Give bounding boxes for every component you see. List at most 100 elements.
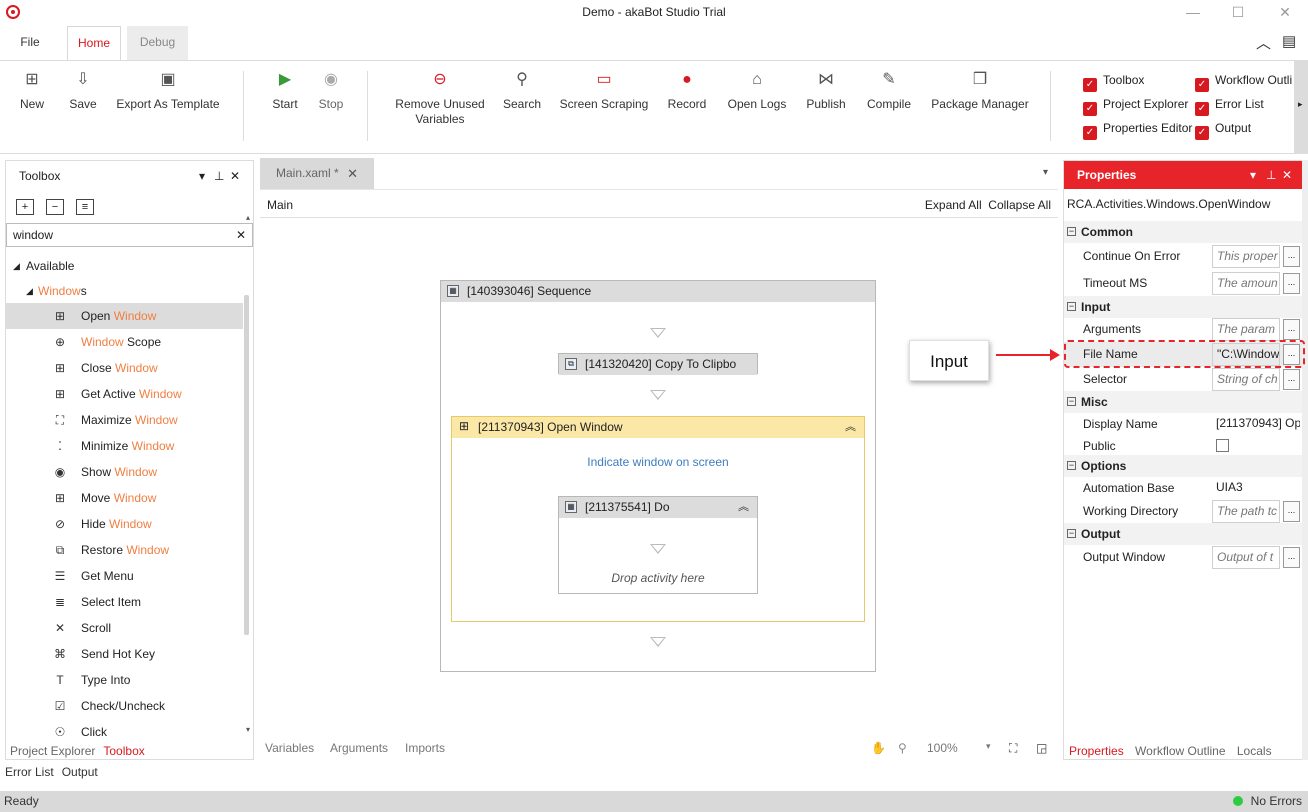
remove-unused-variables-button[interactable]: ⊖ Remove Unused Variables	[388, 67, 492, 127]
dropdown-icon[interactable]: ▾	[199, 161, 205, 191]
tab-toolbox[interactable]: Toolbox	[103, 744, 144, 758]
arguments-ellipsis-button[interactable]: ...	[1283, 319, 1300, 340]
public-checkbox[interactable]	[1216, 439, 1229, 452]
tab-file[interactable]: File	[8, 26, 52, 60]
zoom-dropdown-icon[interactable]: ▾	[986, 741, 991, 752]
timeout-ellipsis-button[interactable]: ...	[1283, 273, 1300, 294]
project-explorer-checkbox[interactable]: ✓ Project Explorer	[1083, 96, 1188, 116]
clear-search-icon[interactable]: ✕	[236, 224, 246, 246]
collapse-chevron-icon[interactable]: ︽	[738, 497, 749, 518]
toolbox-item[interactable]: ⊞ Open Window	[6, 303, 243, 329]
package-manager-button[interactable]: ❒ Package Manager	[928, 67, 1032, 112]
tab-error-list[interactable]: Error List	[5, 765, 54, 779]
stop-button[interactable]: ◉ Stop	[312, 67, 350, 112]
tree-available[interactable]: ◢ Available	[6, 253, 243, 279]
tab-properties[interactable]: Properties	[1069, 744, 1124, 758]
overview-icon[interactable]: ◲	[1036, 741, 1047, 755]
start-button[interactable]: ▶ Start	[266, 67, 304, 112]
copy-to-clipboard-activity[interactable]: ⧉ [141320420] Copy To Clipbo	[558, 353, 758, 375]
tab-project-explorer[interactable]: Project Explorer	[10, 744, 95, 758]
automation-base-field[interactable]: UIA3	[1212, 477, 1300, 500]
arguments-field[interactable]: The param	[1212, 318, 1280, 341]
tree-windows-group[interactable]: ◢ Windows	[6, 278, 243, 304]
category-common[interactable]: − Common	[1064, 221, 1302, 243]
working-directory-field[interactable]: The path tc	[1212, 500, 1280, 523]
toolbox-scrollbar[interactable]	[244, 295, 249, 635]
save-button[interactable]: ⇩ Save	[62, 67, 104, 112]
error-list-checkbox[interactable]: ✓ Error List	[1195, 96, 1264, 116]
scroll-down-icon[interactable]: ▾	[246, 725, 250, 734]
fit-screen-icon[interactable]: ⛶	[1009, 741, 1017, 756]
open-logs-button[interactable]: ⌂ Open Logs	[725, 67, 789, 112]
toolbox-item[interactable]: ⁚ Minimize Window	[6, 433, 243, 459]
pin-icon[interactable]: ⊥	[214, 161, 224, 191]
output-window-ellipsis-button[interactable]: ...	[1283, 547, 1300, 568]
toolbox-item[interactable]: ⊕ Window Scope	[6, 329, 243, 355]
toolbox-item[interactable]: T Type Into	[6, 667, 243, 693]
continue-on-error-ellipsis-button[interactable]: ...	[1283, 246, 1300, 267]
zoom-level[interactable]: 100%	[927, 741, 958, 755]
toolbox-item[interactable]: ⛶ Maximize Window	[6, 407, 243, 433]
indicate-window-link[interactable]: Indicate window on screen	[452, 455, 864, 469]
working-directory-ellipsis-button[interactable]: ...	[1283, 501, 1300, 522]
ribbon-scroll-button[interactable]: ▸	[1294, 61, 1308, 153]
tab-home[interactable]: Home	[67, 26, 121, 60]
tab-workflow-outline[interactable]: Workflow Outline	[1135, 744, 1225, 758]
tab-debug[interactable]: Debug	[127, 26, 188, 60]
tab-locals[interactable]: Locals	[1237, 744, 1272, 758]
toolbox-item[interactable]: ⧉ Restore Window	[6, 537, 243, 563]
tab-main-xaml[interactable]: Main.xaml * ✕	[260, 158, 374, 189]
toolbox-item[interactable]: ≣ Select Item	[6, 589, 243, 615]
toolbox-item[interactable]: ◉ Show Window	[6, 459, 243, 485]
pin-icon[interactable]: ⊥	[1266, 161, 1276, 189]
category-options[interactable]: − Options	[1064, 455, 1302, 477]
selector-ellipsis-button[interactable]: ...	[1283, 369, 1300, 390]
zoom-icon[interactable]: ⚲	[898, 741, 907, 755]
close-icon[interactable]: ✕	[1282, 161, 1292, 189]
toolbox-item[interactable]: ☑ Check/Uncheck	[6, 693, 243, 719]
timeout-field[interactable]: The amoun	[1212, 272, 1280, 295]
comments-icon[interactable]: ▤	[1282, 32, 1296, 50]
toolbox-checkbox[interactable]: ✓ Toolbox	[1083, 72, 1144, 92]
collapse-chevron-icon[interactable]: ︽	[845, 417, 856, 438]
category-output[interactable]: − Output	[1064, 523, 1302, 545]
record-button[interactable]: ● Record	[664, 67, 710, 112]
toolbox-item[interactable]: ⌘ Send Hot Key	[6, 641, 243, 667]
maximize-window-icon[interactable]: ☐	[1223, 2, 1253, 22]
toolbox-item[interactable]: ✕ Scroll	[6, 615, 243, 641]
continue-on-error-field[interactable]: This proper	[1212, 245, 1280, 268]
tab-arguments[interactable]: Arguments	[330, 741, 388, 755]
dropdown-icon[interactable]: ▾	[1250, 161, 1256, 189]
tab-imports[interactable]: Imports	[405, 741, 445, 755]
tab-output[interactable]: Output	[62, 765, 98, 779]
toolbox-item[interactable]: ⊘ Hide Window	[6, 511, 243, 537]
workflow-outline-checkbox[interactable]: ✓ Workflow Outli	[1195, 72, 1292, 92]
collapse-all-link[interactable]: Collapse All	[988, 198, 1051, 212]
right-scrollbar[interactable]	[1302, 160, 1308, 760]
expand-all-link[interactable]: Expand All	[925, 198, 982, 212]
toolbox-item[interactable]: ☉ Click	[6, 719, 243, 745]
display-name-field[interactable]: [211370943] Op	[1212, 413, 1300, 436]
category-misc[interactable]: − Misc	[1064, 391, 1302, 413]
tab-list-icon[interactable]: ▾	[1043, 167, 1048, 178]
export-template-button[interactable]: ▣ Export As Template	[114, 67, 222, 112]
properties-editor-checkbox[interactable]: ✓ Properties Editor	[1083, 120, 1192, 140]
selector-field[interactable]: String of ch	[1212, 368, 1280, 391]
toolbox-item[interactable]: ⊞ Close Window	[6, 355, 243, 381]
collapse-ribbon-icon[interactable]: ︿	[1256, 32, 1271, 53]
scroll-up-icon[interactable]: ▴	[246, 213, 250, 222]
tab-variables[interactable]: Variables	[265, 741, 314, 755]
search-button[interactable]: ⚲ Search	[500, 67, 544, 112]
expand-all-icon[interactable]: +	[16, 199, 34, 215]
minimize-window-icon[interactable]: —	[1178, 2, 1208, 22]
do-sequence-activity[interactable]: ▦ [211375541] Do ︽ Drop activity here	[558, 496, 758, 594]
close-window-icon[interactable]: ✕	[1270, 2, 1300, 22]
toolbox-search-input[interactable]: window ✕	[6, 223, 253, 247]
collapse-all-icon[interactable]: −	[46, 199, 64, 215]
publish-button[interactable]: ⋈ Publish	[803, 67, 849, 112]
output-window-field[interactable]: Output of t	[1212, 546, 1280, 569]
compile-button[interactable]: ✎ Compile	[864, 67, 914, 112]
toolbox-item[interactable]: ☰ Get Menu	[6, 563, 243, 589]
output-checkbox[interactable]: ✓ Output	[1195, 120, 1251, 140]
toolbox-item[interactable]: ⊞ Get Active Window	[6, 381, 243, 407]
